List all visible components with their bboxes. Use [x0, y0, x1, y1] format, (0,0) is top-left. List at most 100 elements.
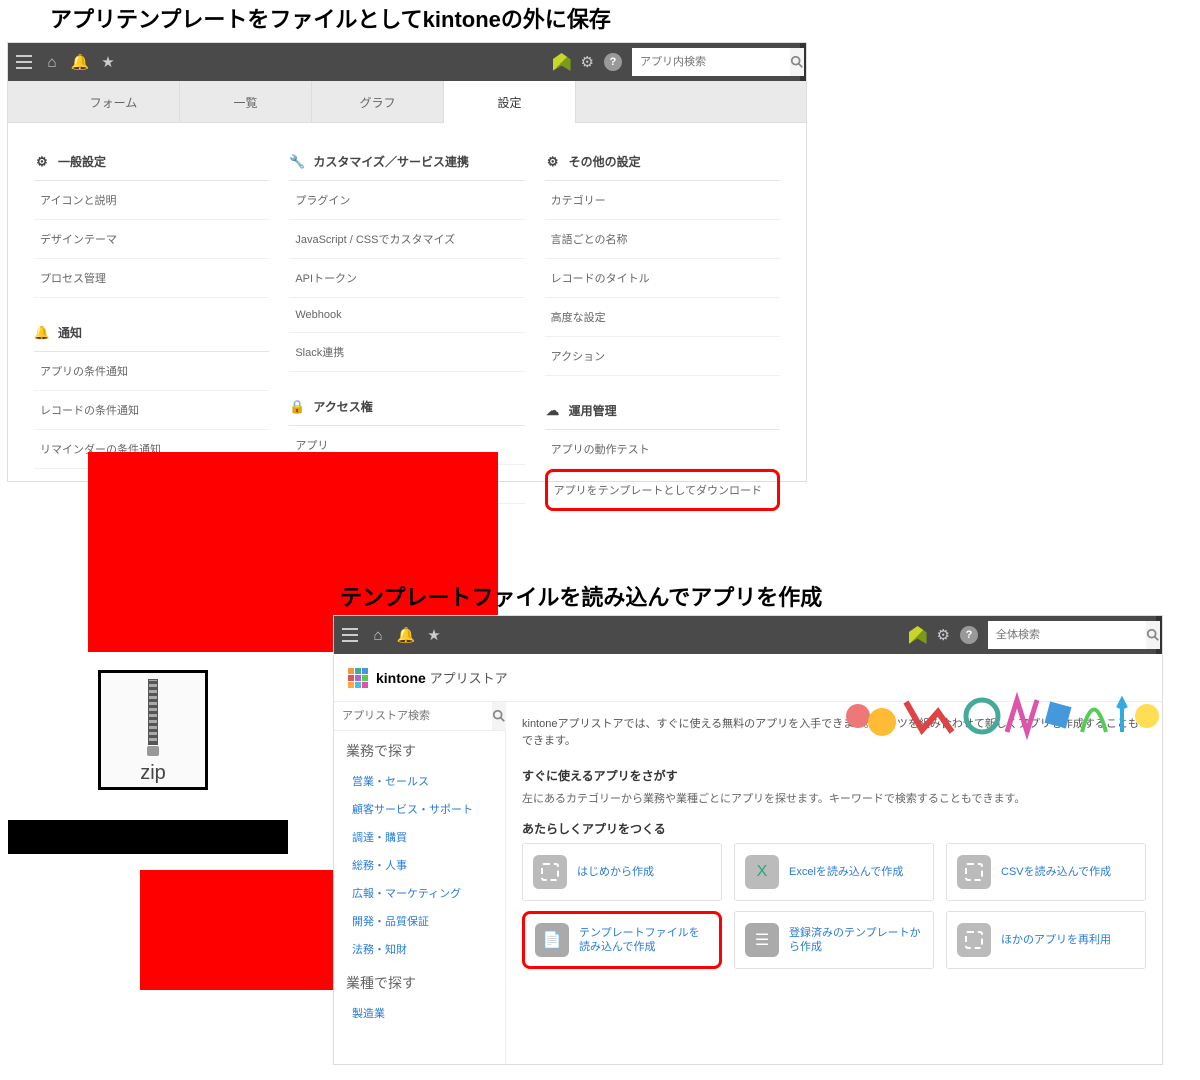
link-apitoken[interactable]: APIトークン	[289, 259, 524, 298]
zip-label: zip	[140, 762, 166, 785]
card-create-scratch[interactable]: はじめから作成	[522, 843, 722, 901]
tab-list[interactable]: 一覧	[180, 81, 312, 123]
section-title: アクセス権	[313, 398, 372, 415]
card-import-csv[interactable]: CSVを読み込んで作成	[946, 843, 1146, 901]
file-icon: 📄	[535, 923, 569, 957]
link-record-notify[interactable]: レコードの条件通知	[34, 391, 269, 430]
help-icon[interactable]: ?	[960, 626, 978, 644]
link-record-title[interactable]: レコードのタイトル	[545, 259, 780, 298]
side-link[interactable]: 法務・知財	[334, 935, 505, 963]
link-process[interactable]: プロセス管理	[34, 259, 269, 298]
gear-icon[interactable]: ⚙	[581, 53, 594, 71]
tab-graph[interactable]: グラフ	[312, 81, 444, 123]
appstore-sidebar: 業務で探す 営業・セールス 顧客サービス・サポート 調達・購買 総務・人事 広報…	[334, 702, 506, 1064]
side-link[interactable]: 広報・マーケティング	[334, 879, 505, 907]
excel-icon: X	[745, 855, 779, 889]
section-title: 一般設定	[58, 153, 106, 170]
settings-screenshot: ⌂ 🔔 ★ ⚙ ? フォーム 一覧 グラフ 設定 ⚙一般設定 アイコンと説明 デ…	[7, 42, 807, 482]
zipper-icon	[148, 679, 158, 745]
brand-title: kintone アプリストア	[376, 668, 508, 687]
notification-icon[interactable]: 🔔	[72, 54, 88, 70]
link-webhook[interactable]: Webhook	[289, 298, 524, 333]
side-heading-business: 業務で探す	[334, 731, 505, 767]
card-import-template-file[interactable]: 📄 テンプレートファイルを読み込んで作成	[522, 911, 722, 969]
link-icon-desc[interactable]: アイコンと説明	[34, 181, 269, 220]
link-action[interactable]: アクション	[545, 337, 780, 376]
search-button[interactable]	[1146, 621, 1160, 649]
tab-bar: フォーム 一覧 グラフ 設定	[8, 81, 806, 123]
link-jscss[interactable]: JavaScript / CSSでカスタマイズ	[289, 220, 524, 259]
section-find-apps: すぐに使えるアプリをさがす	[522, 767, 1146, 784]
section-access: 🔒アクセス権	[289, 388, 524, 426]
section-other: ⚙その他の設定	[545, 143, 780, 181]
notification-icon[interactable]: 🔔	[398, 627, 414, 643]
section-title: カスタマイズ／サービス連携	[313, 153, 469, 170]
card-label: ほかのアプリを再利用	[1001, 933, 1111, 947]
section-ops: ☁運用管理	[545, 392, 780, 430]
link-app-test[interactable]: アプリの動作テスト	[545, 430, 780, 469]
global-search-input[interactable]	[988, 621, 1146, 649]
home-icon[interactable]: ⌂	[44, 54, 60, 70]
tab-settings[interactable]: 設定	[444, 81, 576, 123]
card-label: Excelを読み込んで作成	[789, 865, 903, 879]
top-bar: ⌂ 🔔 ★ ⚙ ?	[8, 43, 806, 81]
link-lang-name[interactable]: 言語ごとの名称	[545, 220, 780, 259]
bell-icon: 🔔	[34, 325, 50, 341]
section-general: ⚙一般設定	[34, 143, 269, 181]
side-link[interactable]: 営業・セールス	[334, 767, 505, 795]
store-search-input[interactable]	[334, 702, 492, 730]
side-link[interactable]: 総務・人事	[334, 851, 505, 879]
card-import-excel[interactable]: X Excelを読み込んで作成	[734, 843, 934, 901]
link-design-theme[interactable]: デザインテーマ	[34, 220, 269, 259]
side-link[interactable]: 顧客サービス・サポート	[334, 795, 505, 823]
side-heading-industry: 業種で探す	[334, 963, 505, 999]
link-slack[interactable]: Slack連携	[289, 333, 524, 372]
cloud-icon: ☁	[545, 403, 561, 419]
zipper-tab-icon	[147, 746, 159, 756]
card-reuse-app[interactable]: ほかのアプリを再利用	[946, 911, 1146, 969]
search-button[interactable]	[492, 702, 506, 730]
store-search[interactable]	[334, 702, 505, 731]
app-search[interactable]	[632, 48, 792, 76]
section-create-apps: あたらしくアプリをつくる	[522, 820, 1146, 837]
link-download-template[interactable]: アプリをテンプレートとしてダウンロード	[545, 469, 780, 511]
link-plugin[interactable]: プラグイン	[289, 181, 524, 220]
appstore-header: kintone アプリストア	[334, 654, 1162, 702]
kintone-logo-icon	[553, 53, 571, 71]
gear-icon: ⚙	[545, 154, 561, 170]
home-icon[interactable]: ⌂	[370, 627, 386, 643]
side-link[interactable]: 開発・品質保証	[334, 907, 505, 935]
side-link[interactable]: 製造業	[334, 999, 505, 1027]
list-icon: ☰	[745, 923, 779, 957]
apps-grid-icon	[348, 668, 368, 688]
link-app-notify[interactable]: アプリの条件通知	[34, 352, 269, 391]
link-advanced[interactable]: 高度な設定	[545, 298, 780, 337]
appstore-screenshot: ⌂ 🔔 ★ ⚙ ? kintone アプリストア	[333, 615, 1163, 1065]
section-title: 通知	[58, 324, 82, 341]
dashed-square-icon	[533, 855, 567, 889]
kintone-logo-icon	[909, 626, 927, 644]
side-link[interactable]: 調達・購買	[334, 823, 505, 851]
app-search-input[interactable]	[632, 48, 790, 76]
search-button[interactable]	[790, 48, 804, 76]
link-category[interactable]: カテゴリー	[545, 181, 780, 220]
card-registered-template[interactable]: ☰ 登録済みのテンプレートから作成	[734, 911, 934, 969]
menu-icon[interactable]	[16, 54, 32, 70]
star-icon[interactable]: ★	[100, 54, 116, 70]
top-bar: ⌂ 🔔 ★ ⚙ ?	[334, 616, 1162, 654]
tab-form[interactable]: フォーム	[48, 81, 180, 123]
zip-file-icon: zip	[98, 670, 208, 790]
decorative-banner-icon	[842, 692, 1162, 740]
global-search[interactable]	[988, 621, 1148, 649]
section-customize: 🔧 カスタマイズ／サービス連携	[289, 143, 524, 181]
section-find-desc: 左にあるカテゴリーから業務や業種ごとにアプリを探せます。キーワードで検索すること…	[522, 790, 1146, 806]
help-icon[interactable]: ?	[604, 53, 622, 71]
card-label: テンプレートファイルを読み込んで作成	[579, 926, 709, 955]
menu-icon[interactable]	[342, 627, 358, 643]
dashed-square-icon	[957, 923, 991, 957]
card-label: CSVを読み込んで作成	[1001, 865, 1111, 879]
gear-icon[interactable]: ⚙	[937, 626, 950, 644]
wrench-icon: 🔧	[289, 154, 305, 170]
star-icon[interactable]: ★	[426, 627, 442, 643]
annotation-title-2: テンプレートファイルを読み込んでアプリを作成	[340, 580, 822, 612]
